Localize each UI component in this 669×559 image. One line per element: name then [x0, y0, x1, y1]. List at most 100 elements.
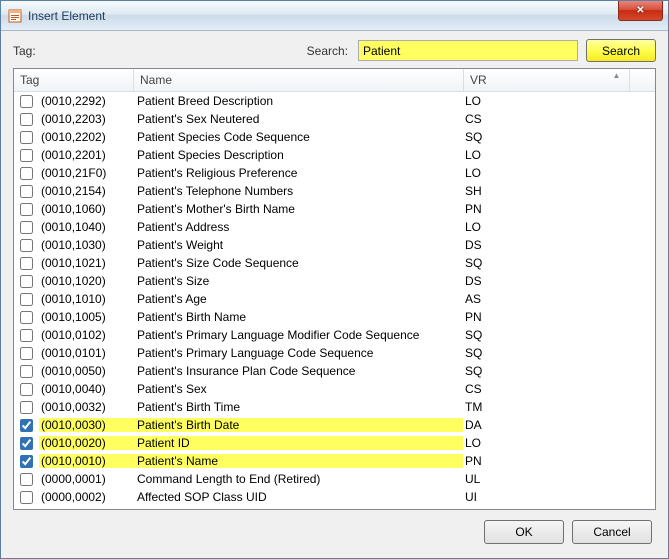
table-row[interactable]: (0000,0001)Command Length to End (Retire… [14, 470, 655, 488]
table-row[interactable]: (0000,0002)Affected SOP Class UIDUI [14, 488, 655, 506]
cell-name: Patient's Size Code Sequence [135, 256, 463, 270]
titlebar[interactable]: Insert Element ✕ [1, 1, 668, 31]
row-checkbox[interactable] [20, 419, 33, 432]
list-body[interactable]: (0010,2292)Patient Breed DescriptionLO(0… [14, 92, 655, 509]
table-row[interactable]: (0010,2202)Patient Species Code Sequence… [14, 128, 655, 146]
search-button[interactable]: Search [586, 39, 656, 62]
table-row[interactable]: (0010,1005)Patient's Birth NamePN [14, 308, 655, 326]
row-checkbox[interactable] [20, 149, 33, 162]
row-checkbox[interactable] [20, 347, 33, 360]
row-checkbox[interactable] [20, 401, 33, 414]
table-row[interactable]: (0010,2292)Patient Breed DescriptionLO [14, 92, 655, 110]
row-checkbox[interactable] [20, 221, 33, 234]
row-checkbox[interactable] [20, 365, 33, 378]
cell-vr: LO [463, 166, 583, 180]
cell-vr: CS [463, 382, 583, 396]
row-checkbox[interactable] [20, 329, 33, 342]
row-checkbox[interactable] [20, 275, 33, 288]
app-icon [7, 8, 23, 24]
cell-tag: (0000,0001) [39, 472, 135, 486]
cell-name: Patient's Weight [135, 238, 463, 252]
column-header-name[interactable]: Name [134, 69, 464, 91]
cell-name: Patient's Sex [135, 382, 463, 396]
cell-tag: (0010,1005) [39, 310, 135, 324]
row-checkbox[interactable] [20, 113, 33, 126]
cell-vr: LO [463, 436, 583, 450]
cell-tag: (0010,1040) [39, 220, 135, 234]
search-label: Search: [307, 44, 348, 58]
table-row[interactable]: (0010,1060)Patient's Mother's Birth Name… [14, 200, 655, 218]
cell-name: Patient Species Description [135, 148, 463, 162]
cell-vr: LO [463, 220, 583, 234]
cell-name: Patient's Name [135, 454, 463, 468]
table-row[interactable]: (0010,1010)Patient's AgeAS [14, 290, 655, 308]
table-row[interactable]: (0010,1020)Patient's SizeDS [14, 272, 655, 290]
cell-vr: SQ [463, 256, 583, 270]
top-row: Tag: Search: Search [13, 39, 656, 62]
table-row[interactable]: (0010,0102)Patient's Primary Language Mo… [14, 326, 655, 344]
row-checkbox[interactable] [20, 437, 33, 450]
table-row[interactable]: (0010,2203)Patient's Sex NeuteredCS [14, 110, 655, 128]
cell-name: Patient's Sex Neutered [135, 112, 463, 126]
cell-vr: TM [463, 400, 583, 414]
cell-tag: (0010,1030) [39, 238, 135, 252]
row-checkbox[interactable] [20, 131, 33, 144]
cell-tag: (0010,1010) [39, 292, 135, 306]
cell-name: Patient's Size [135, 274, 463, 288]
cell-vr: PN [463, 310, 583, 324]
cell-tag: (0010,1060) [39, 202, 135, 216]
table-row[interactable]: (0010,2154)Patient's Telephone NumbersSH [14, 182, 655, 200]
table-row[interactable]: (0010,1030)Patient's WeightDS [14, 236, 655, 254]
cell-vr: SQ [463, 130, 583, 144]
row-checkbox[interactable] [20, 257, 33, 270]
table-row[interactable]: (0010,0040)Patient's SexCS [14, 380, 655, 398]
cell-vr: AS [463, 292, 583, 306]
cell-name: Patient's Religious Preference [135, 166, 463, 180]
cell-tag: (0010,0032) [39, 400, 135, 414]
row-checkbox[interactable] [20, 311, 33, 324]
row-checkbox[interactable] [20, 167, 33, 180]
row-checkbox[interactable] [20, 383, 33, 396]
cell-name: Patient's Insurance Plan Code Sequence [135, 364, 463, 378]
cell-name: Patient's Primary Language Modifier Code… [135, 328, 463, 342]
table-row[interactable]: (0010,0050)Patient's Insurance Plan Code… [14, 362, 655, 380]
sort-indicator-icon[interactable]: ▲ [604, 69, 630, 91]
cell-vr: UI [463, 490, 583, 504]
table-row[interactable]: (0010,0020)Patient IDLO [14, 434, 655, 452]
table-row[interactable]: (0010,0101)Patient's Primary Language Co… [14, 344, 655, 362]
cell-vr: SQ [463, 364, 583, 378]
cancel-button[interactable]: Cancel [572, 520, 652, 544]
cell-name: Affected SOP Class UID [135, 490, 463, 504]
row-checkbox[interactable] [20, 491, 33, 504]
row-checkbox[interactable] [20, 185, 33, 198]
row-checkbox[interactable] [20, 455, 33, 468]
column-header-tag[interactable]: Tag [14, 69, 134, 91]
row-checkbox[interactable] [20, 203, 33, 216]
cell-name: Patient's Primary Language Code Sequence [135, 346, 463, 360]
close-button[interactable]: ✕ [618, 1, 663, 21]
row-checkbox[interactable] [20, 293, 33, 306]
cell-name: Patient Breed Description [135, 94, 463, 108]
ok-button[interactable]: OK [484, 520, 564, 544]
cell-name: Patient's Birth Time [135, 400, 463, 414]
row-checkbox[interactable] [20, 95, 33, 108]
cell-name: Patient's Telephone Numbers [135, 184, 463, 198]
cell-tag: (0010,1020) [39, 274, 135, 288]
cell-name: Patient Species Code Sequence [135, 130, 463, 144]
list-header: Tag Name VR ▲ [14, 69, 655, 92]
table-row[interactable]: (0010,1040)Patient's AddressLO [14, 218, 655, 236]
table-row[interactable]: (0010,0030)Patient's Birth DateDA [14, 416, 655, 434]
table-row[interactable]: (0010,1021)Patient's Size Code SequenceS… [14, 254, 655, 272]
column-header-vr[interactable]: VR [464, 69, 604, 91]
cell-vr: LO [463, 94, 583, 108]
table-row[interactable]: (0010,0010)Patient's NamePN [14, 452, 655, 470]
table-row[interactable]: (0010,21F0)Patient's Religious Preferenc… [14, 164, 655, 182]
cell-name: Patient's Birth Name [135, 310, 463, 324]
row-checkbox[interactable] [20, 239, 33, 252]
cell-tag: (0010,0040) [39, 382, 135, 396]
row-checkbox[interactable] [20, 473, 33, 486]
search-input[interactable] [358, 40, 578, 61]
table-row[interactable]: (0010,0032)Patient's Birth TimeTM [14, 398, 655, 416]
table-row[interactable]: (0010,2201)Patient Species DescriptionLO [14, 146, 655, 164]
cell-tag: (0010,0050) [39, 364, 135, 378]
